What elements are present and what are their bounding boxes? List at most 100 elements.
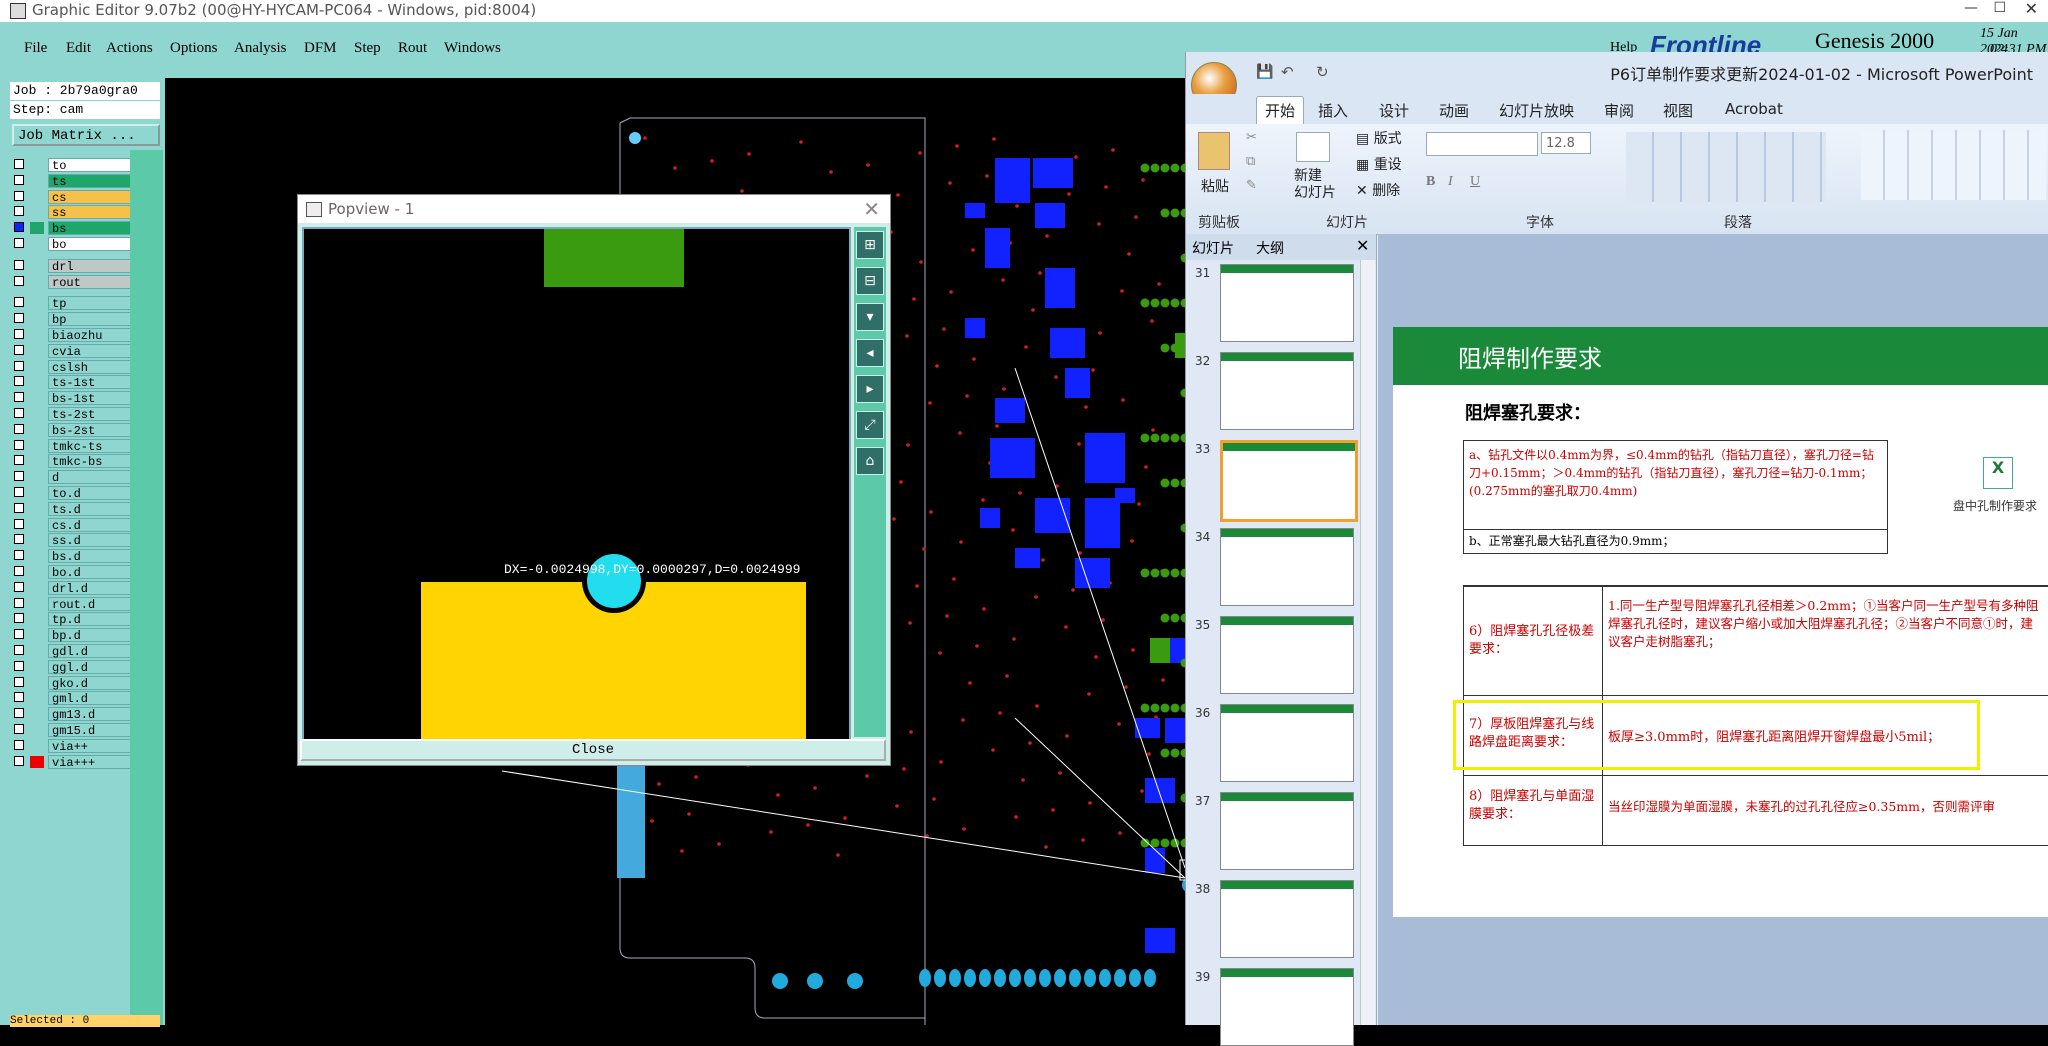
layer-row[interactable]: biaozhu — [14, 328, 144, 343]
tab-home[interactable]: 开始 — [1256, 96, 1305, 124]
layer-row[interactable]: gm15.d — [14, 723, 144, 738]
menu-analysis[interactable]: Analysis — [234, 40, 287, 57]
menu-dfm[interactable]: DFM — [304, 40, 337, 57]
layer-checkbox[interactable] — [14, 613, 24, 624]
drawing-shapes[interactable] — [1861, 130, 2046, 200]
slide-thumbnail[interactable] — [1220, 704, 1354, 782]
font-size-select[interactable]: 12.8 — [1541, 132, 1591, 154]
bold-icon[interactable]: B — [1426, 174, 1435, 190]
layer-checkbox[interactable] — [14, 190, 24, 201]
tab-animation[interactable]: 动画 — [1439, 100, 1469, 121]
layer-checkbox[interactable] — [14, 159, 24, 169]
layer-row[interactable]: bs-2st — [14, 422, 144, 438]
popview-close-icon[interactable]: ✕ — [863, 197, 880, 221]
popview-canvas[interactable]: DX=-0.0024998,DY=0.0000297,D=0.0024999 — [302, 227, 851, 741]
layer-checkbox[interactable] — [14, 275, 24, 286]
layer-checkbox[interactable] — [14, 645, 24, 655]
pane-scrollbar[interactable] — [1360, 260, 1375, 1025]
layer-row[interactable]: drl — [14, 258, 144, 274]
layer-row[interactable]: via++ — [14, 738, 144, 754]
layer-row[interactable]: tp — [14, 296, 144, 311]
layer-row[interactable]: bs-1st — [14, 391, 144, 406]
layer-row[interactable]: cvia — [14, 343, 144, 359]
new-slide-icon[interactable] — [1296, 132, 1330, 162]
layer-checkbox[interactable] — [14, 344, 24, 355]
save-icon[interactable]: 💾 — [1256, 64, 1273, 80]
layer-row[interactable]: ts — [14, 173, 144, 189]
layer-checkbox[interactable] — [14, 597, 24, 608]
format-painter-icon[interactable]: ✎ — [1246, 178, 1257, 193]
layer-checkbox[interactable] — [14, 566, 24, 576]
layer-checkbox[interactable] — [14, 206, 24, 217]
layer-row[interactable]: cs.d — [14, 517, 144, 533]
menu-edit[interactable]: Edit — [66, 40, 91, 57]
copy-icon[interactable]: ⧉ — [1246, 154, 1255, 169]
layer-row[interactable]: to.d — [14, 486, 144, 501]
layer-checkbox[interactable] — [14, 455, 24, 466]
layer-checkbox[interactable] — [14, 755, 24, 766]
layer-checkbox[interactable] — [14, 259, 24, 270]
menu-step[interactable]: Step — [354, 40, 381, 57]
layer-checkbox[interactable] — [14, 471, 24, 482]
layer-checkbox[interactable] — [14, 550, 24, 561]
job-matrix-button[interactable]: Job Matrix ... — [12, 124, 160, 146]
slide-thumbnail[interactable] — [1220, 264, 1354, 342]
layer-row[interactable]: ts-2st — [14, 407, 144, 422]
maximize-icon[interactable]: ☐ — [1993, 0, 2006, 16]
close-icon[interactable]: ✕ — [2025, 0, 2038, 18]
layer-checkbox[interactable] — [14, 392, 24, 403]
layer-checkbox[interactable] — [14, 297, 24, 308]
layer-row[interactable]: bp.d — [14, 628, 144, 643]
slide-canvas[interactable]: 阻焊制作要求 阻焊塞孔要求： a、钻孔文件以0.4mm为界，≤0.4mm的钻孔（… — [1393, 327, 2048, 917]
menu-rout[interactable]: Rout — [398, 40, 427, 57]
tab-view[interactable]: 视图 — [1663, 100, 1693, 121]
zoom-out-icon[interactable]: ⊟ — [856, 267, 884, 295]
layer-row[interactable]: bs — [14, 221, 144, 236]
layer-checkbox[interactable] — [14, 329, 24, 339]
slide-thumbnail[interactable] — [1220, 880, 1354, 958]
layer-checkbox[interactable] — [14, 692, 24, 703]
layer-row[interactable]: bo — [14, 237, 144, 252]
slide-thumbnail[interactable] — [1220, 968, 1354, 1046]
underline-icon[interactable]: U — [1470, 174, 1480, 190]
layout-button[interactable]: ▤ 版式 — [1356, 128, 1402, 148]
layer-row[interactable]: bp — [14, 312, 144, 327]
pan-right-icon[interactable]: ▸ — [856, 375, 884, 403]
fit-icon[interactable]: ⤢ — [856, 411, 884, 439]
layer-checkbox[interactable] — [14, 174, 24, 185]
layer-row[interactable]: bo.d — [14, 565, 144, 580]
home-icon[interactable]: ⌂ — [856, 447, 884, 475]
reset-button[interactable]: ▦ 重设 — [1356, 154, 1402, 174]
slide-thumbnail[interactable] — [1220, 528, 1354, 606]
italic-icon[interactable]: I — [1448, 174, 1453, 190]
layer-row[interactable]: bs.d — [14, 549, 144, 564]
menu-options[interactable]: Options — [170, 40, 218, 57]
layer-row[interactable]: cs — [14, 189, 144, 205]
tab-slides[interactable]: 幻灯片 — [1192, 238, 1234, 258]
undo-icon[interactable]: ↶ — [1281, 63, 1294, 81]
paste-icon[interactable] — [1198, 132, 1230, 170]
layer-row[interactable]: via+++ — [14, 754, 144, 770]
font-family-select[interactable] — [1426, 132, 1538, 156]
layer-checkbox[interactable] — [14, 676, 24, 687]
layer-row[interactable]: to — [14, 158, 144, 173]
layer-checkbox[interactable] — [14, 360, 24, 371]
slide-thumbnail[interactable] — [1220, 616, 1354, 694]
popview-close-button[interactable]: Close — [300, 739, 886, 761]
layer-row[interactable]: tmkc-bs — [14, 454, 144, 469]
paragraph-buttons[interactable] — [1626, 132, 1826, 202]
layer-row[interactable]: rout — [14, 274, 144, 290]
layer-row[interactable]: ss.d — [14, 533, 144, 548]
layer-checkbox[interactable] — [14, 376, 24, 387]
layer-checkbox[interactable] — [14, 739, 24, 750]
slide-thumbnail[interactable] — [1220, 792, 1354, 870]
pan-down-icon[interactable]: ▾ — [856, 303, 884, 331]
new-slide-label[interactable]: 新建 幻灯片 — [1294, 168, 1336, 202]
layer-checkbox[interactable] — [14, 238, 24, 248]
layer-checkbox[interactable] — [14, 534, 24, 545]
layer-row[interactable]: gm13.d — [14, 707, 144, 722]
layer-row[interactable]: ggl.d — [14, 659, 144, 675]
layer-checkbox[interactable] — [14, 408, 24, 418]
layer-checkbox[interactable] — [14, 518, 24, 529]
cut-icon[interactable]: ✂ — [1246, 130, 1257, 145]
